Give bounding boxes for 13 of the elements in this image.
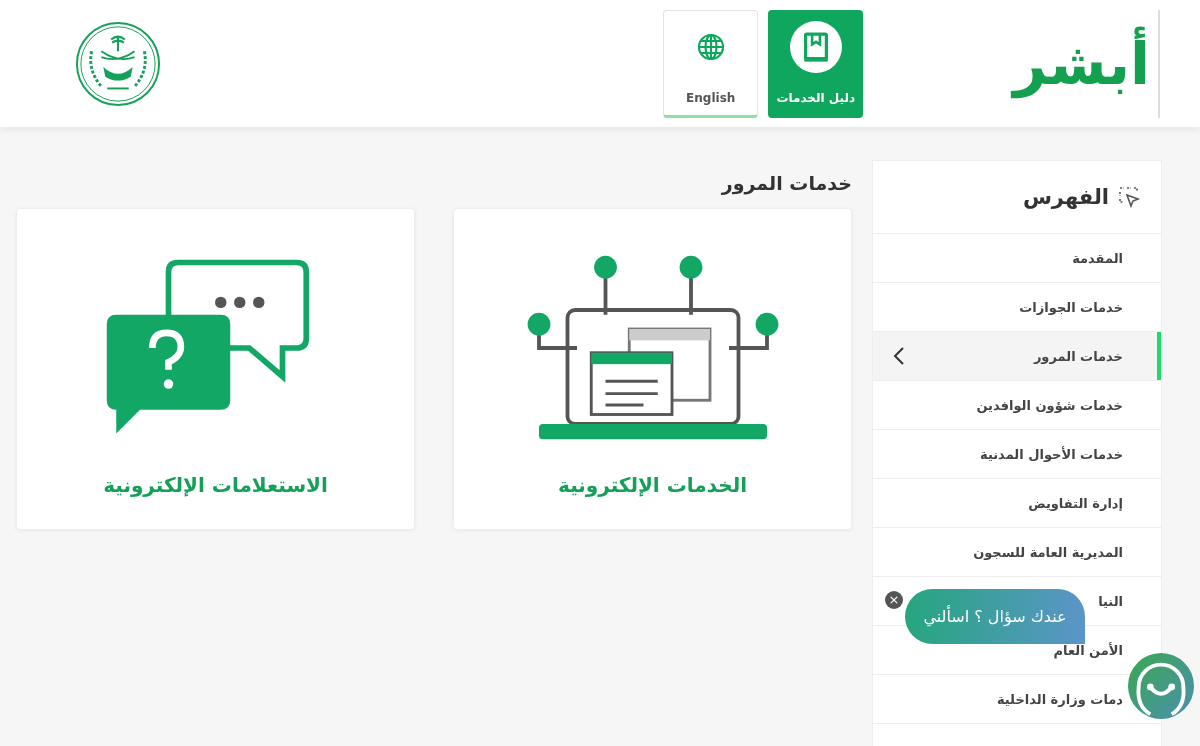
index-item[interactable]: خدمات المرور [873,332,1161,381]
selection-cursor-icon [1117,185,1141,209]
page-title: خدمات المرور [720,172,852,194]
globe-icon [695,31,726,62]
book-icon [789,20,842,73]
index-item[interactable]: المقدمة [873,234,1161,283]
index-item[interactable]: خدمات شؤون الوافدين [873,381,1161,430]
chevron-left-icon [893,346,905,366]
index-item[interactable]: خدمات الأحوال المدنية [873,430,1161,479]
index-title: الفهرس [1022,185,1109,209]
language-button[interactable]: English [663,9,759,118]
index-item[interactable]: المديرية العامة للسجون [873,528,1161,577]
index-item[interactable]: إدارة التفاويض [873,479,1161,528]
